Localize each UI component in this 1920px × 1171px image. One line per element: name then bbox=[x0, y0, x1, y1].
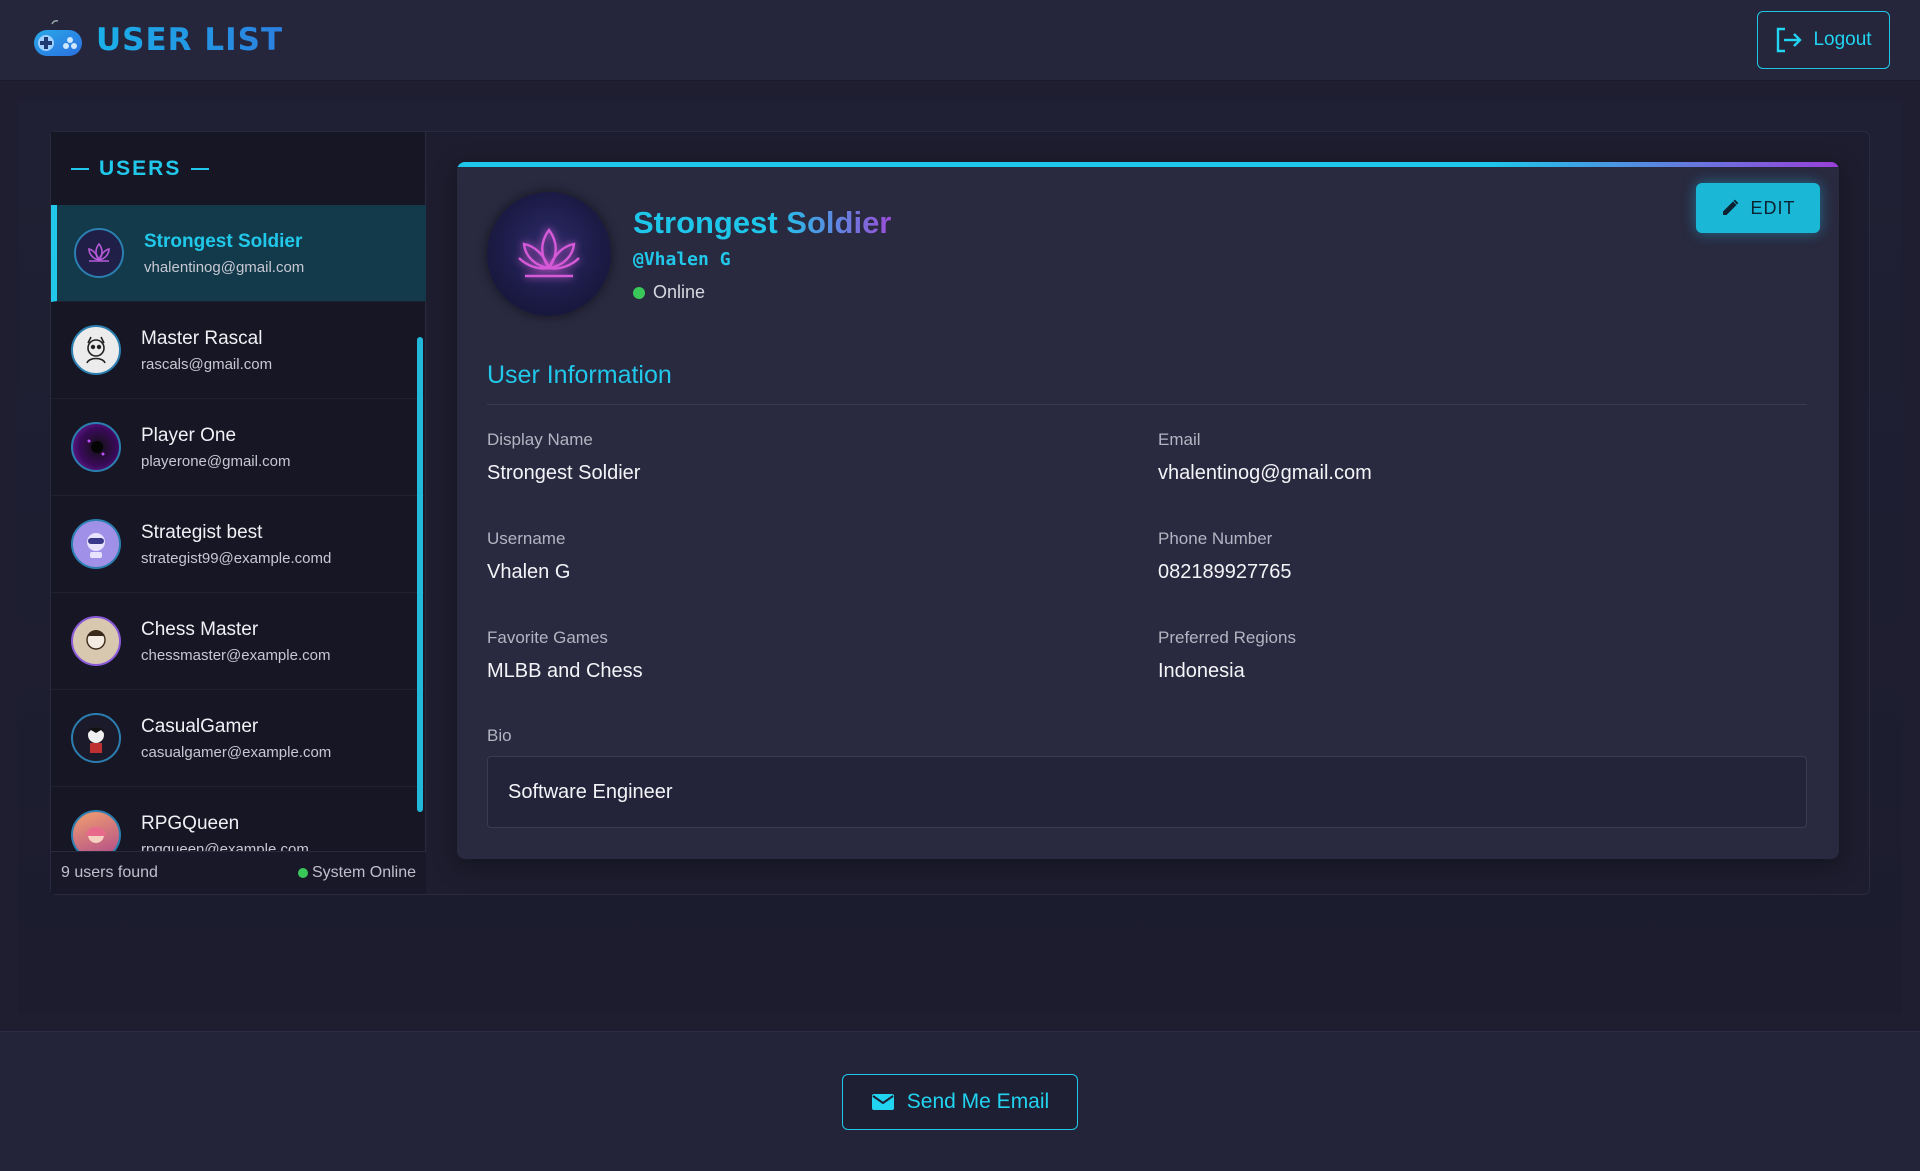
pencil-icon bbox=[1723, 199, 1739, 215]
list-item[interactable]: Chess Master chessmaster@example.com bbox=[51, 593, 426, 690]
robot-icon bbox=[87, 533, 105, 558]
field-label: Preferred Regions bbox=[1158, 628, 1296, 647]
profile-handle: @Vhalen G bbox=[633, 249, 731, 270]
lotus-icon bbox=[88, 242, 110, 262]
user-email: playerone@gmail.com bbox=[141, 452, 291, 470]
portal-icon bbox=[87, 439, 105, 456]
section-title: User Information bbox=[487, 361, 672, 389]
user-email: chessmaster@example.com bbox=[141, 646, 331, 664]
divider bbox=[487, 404, 1807, 405]
character-icon bbox=[86, 630, 106, 650]
field-value: Strongest Soldier bbox=[487, 462, 641, 484]
list-item[interactable]: Strategist best strategist99@example.com… bbox=[51, 496, 426, 593]
field-label: Phone Number bbox=[1158, 529, 1273, 548]
edit-button[interactable]: EDIT bbox=[1696, 183, 1820, 233]
field-value: Vhalen G bbox=[487, 561, 571, 583]
send-email-button[interactable]: Send Me Email bbox=[842, 1074, 1078, 1130]
sidebar-title: USERS bbox=[99, 156, 182, 180]
avatar bbox=[71, 519, 121, 569]
brand: USER LIST bbox=[32, 18, 283, 62]
character-icon bbox=[86, 336, 106, 364]
display-name-field: Display Name Strongest Soldier bbox=[487, 430, 640, 485]
send-email-label: Send Me Email bbox=[906, 1090, 1050, 1113]
field-value: 082189927765 bbox=[1158, 561, 1292, 583]
list-item[interactable]: Master Rascal rascals@gmail.com bbox=[51, 302, 426, 399]
online-status-label: Online bbox=[653, 282, 706, 302]
character-icon bbox=[86, 827, 106, 843]
user-email: rpgqueen@example.com bbox=[141, 840, 309, 852]
online-status: Online bbox=[633, 282, 705, 303]
profile-avatar bbox=[487, 192, 611, 316]
email-field: Email vhalentinog@gmail.com bbox=[1158, 430, 1372, 485]
user-name: CasualGamer bbox=[141, 715, 259, 737]
character-icon bbox=[88, 727, 104, 753]
favorite-games-field: Favorite Games MLBB and Chess bbox=[487, 628, 643, 683]
user-name: Master Rascal bbox=[141, 327, 263, 349]
avatar bbox=[74, 228, 124, 278]
field-value: MLBB and Chess bbox=[487, 660, 643, 682]
avatar bbox=[71, 713, 121, 763]
system-status: System Online bbox=[297, 864, 416, 882]
field-label: Favorite Games bbox=[487, 628, 608, 647]
logout-label: Logout bbox=[1813, 29, 1872, 50]
avatar bbox=[71, 810, 121, 851]
preferred-regions-field: Preferred Regions Indonesia bbox=[1158, 628, 1296, 683]
envelope-icon bbox=[871, 1094, 894, 1110]
gamepad-icon bbox=[34, 20, 82, 56]
avatar bbox=[71, 325, 121, 375]
field-label: Bio bbox=[487, 726, 512, 745]
list-item[interactable]: Player One playerone@gmail.com bbox=[51, 399, 426, 496]
user-email: rascals@gmail.com bbox=[141, 355, 273, 373]
field-value: Indonesia bbox=[1158, 660, 1245, 682]
logout-button[interactable]: Logout bbox=[1757, 11, 1890, 69]
user-count: 9 users found bbox=[61, 864, 158, 881]
app-header: USER LIST Logout bbox=[0, 0, 1920, 81]
logout-icon bbox=[1777, 27, 1803, 53]
divider bbox=[71, 167, 89, 170]
profile-card: EDIT Strongest Soldier @Vhalen G Online … bbox=[457, 162, 1839, 859]
user-email: strategist99@example.comd bbox=[141, 549, 332, 567]
field-label: Username bbox=[487, 529, 566, 548]
list-item[interactable]: CasualGamer casualgamer@example.com bbox=[51, 690, 426, 787]
phone-field: Phone Number 082189927765 bbox=[1158, 529, 1291, 584]
user-email: vhalentinog@gmail.com bbox=[144, 258, 305, 276]
username-field: Username Vhalen G bbox=[487, 529, 570, 584]
status-dot-icon bbox=[297, 867, 308, 878]
avatar bbox=[71, 422, 121, 472]
scrollbar[interactable] bbox=[417, 337, 423, 812]
user-email: casualgamer@example.com bbox=[141, 743, 332, 761]
field-value: vhalentinog@gmail.com bbox=[1158, 462, 1372, 484]
user-name: Chess Master bbox=[141, 618, 259, 640]
field-label: Display Name bbox=[487, 430, 593, 449]
user-name: Strongest Soldier bbox=[144, 230, 303, 252]
status-dot-icon bbox=[633, 287, 645, 300]
field-label: Email bbox=[1158, 430, 1201, 449]
sidebar-footer: 9 users found System Online bbox=[51, 851, 426, 894]
user-name: RPGQueen bbox=[141, 812, 240, 834]
edit-label: EDIT bbox=[1750, 197, 1796, 218]
user-name: Strategist best bbox=[141, 521, 263, 543]
bio-box: Software Engineer bbox=[487, 756, 1807, 828]
sidebar-header: USERS bbox=[51, 132, 425, 205]
user-name: Player One bbox=[141, 424, 237, 446]
list-item[interactable]: RPGQueen rpgqueen@example.com bbox=[51, 787, 426, 851]
profile-name: Strongest Soldier bbox=[633, 205, 892, 240]
card-accent-bar bbox=[457, 162, 1839, 167]
page-title: USER LIST bbox=[96, 22, 284, 58]
list-item[interactable]: Strongest Soldier vhalentinog@gmail.com bbox=[51, 205, 426, 302]
system-status-label: System Online bbox=[311, 864, 416, 881]
user-list[interactable]: Strongest Soldier vhalentinog@gmail.com … bbox=[51, 205, 426, 851]
divider bbox=[191, 167, 210, 170]
avatar bbox=[71, 616, 121, 666]
user-sidebar: USERS Strongest Soldier vhalentinog@gmai… bbox=[51, 132, 426, 894]
content-container: USERS Strongest Soldier vhalentinog@gmai… bbox=[50, 131, 1870, 895]
lotus-icon bbox=[518, 227, 580, 278]
bio-label-wrap: Bio bbox=[487, 726, 512, 758]
